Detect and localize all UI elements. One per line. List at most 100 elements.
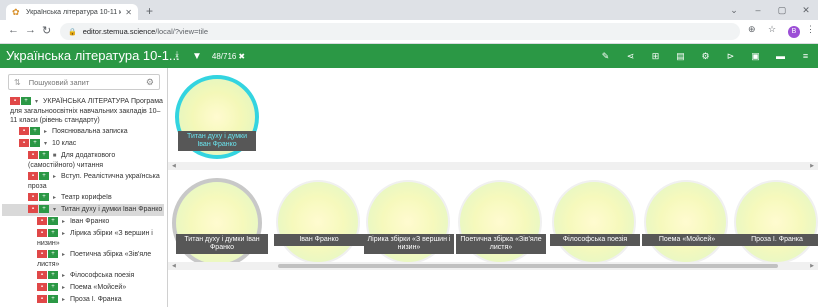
forward-arrow-icon[interactable]: → [25,24,36,36]
delete-node-icon[interactable]: ▪ [37,229,47,238]
expand-toggle-icon[interactable]: ■ [50,152,59,161]
add-node-icon[interactable]: + [21,97,31,106]
edit-icon[interactable]: ✎ [593,51,618,62]
expand-toggle-icon[interactable]: ▾ [32,98,41,107]
hamburger-menu-icon[interactable]: ≡ [793,51,818,61]
tree-node[interactable]: ▪ + ▾ Титан духу і думки Іван Франко [2,204,164,216]
child-node-tile[interactable] [172,178,262,268]
share-icon[interactable]: ⋖ [618,51,643,62]
child-node-tile[interactable] [552,180,636,264]
add-node-icon[interactable]: + [48,229,58,238]
scrollbar-thumb[interactable] [278,264,778,268]
add-node-icon[interactable]: + [48,283,58,292]
tree-node[interactable]: ▪ + ▸ Іван Франко [2,216,164,228]
tab-close-icon[interactable]: ✕ [125,8,132,17]
tab-title: Українська література 10-11 кл [26,8,122,16]
clear-filter-icon[interactable]: ✖ [238,52,245,61]
url-path: /local/?view=tile [155,27,208,36]
tree-node[interactable]: ▪ + ▸ Філософська поезія [2,270,164,282]
expand-toggle-icon[interactable]: ▸ [41,128,50,137]
add-node-icon[interactable]: + [48,295,58,304]
expand-toggle-icon[interactable]: ▸ [50,173,59,182]
search-settings-icon[interactable]: ⚙ [146,77,154,88]
delete-node-icon[interactable]: ▪ [37,250,47,259]
bookmark-star-icon[interactable]: ☆ [768,24,776,35]
scroll-right-arrow-icon[interactable]: ▶ [810,162,814,170]
minimize-button[interactable]: – [746,0,770,20]
expand-toggle-icon[interactable]: ▸ [59,218,68,227]
scroll-right-arrow-icon[interactable]: ▶ [810,262,814,270]
grid-view-icon[interactable]: ⊞ [643,51,668,62]
delete-node-icon[interactable]: ▪ [28,172,38,181]
site-favicon-icon: ✿ [12,6,20,17]
tree-node[interactable]: ▪ + ▸ Пояснювальна записка [2,126,164,138]
address-bar[interactable]: 🔒 editor.stemua.science/local/?view=tile [60,23,740,40]
delete-node-icon[interactable]: ▪ [37,217,47,226]
tree-node[interactable]: ▪ + ▸ Театр корифеїв [2,192,164,204]
card-icon[interactable]: ▬ [768,51,793,61]
close-window-button[interactable]: ✕ [794,0,818,20]
add-node-icon[interactable]: + [48,250,58,259]
list-view-icon[interactable]: ▤ [668,51,693,62]
expand-toggle-icon[interactable]: ▸ [59,296,68,305]
child-node-tile[interactable] [644,180,728,264]
tree-node[interactable]: ▪ + ▾ УКРАЇНСЬКА ЛІТЕРАТУРА Програма для з… [2,96,164,126]
browser-tab[interactable]: ✿ Українська література 10-11 кл ✕ [6,4,138,20]
tab-search-icon[interactable]: ⌄ [722,0,746,20]
save-icon[interactable]: ▣ [743,51,768,62]
tree-node[interactable]: ▪ + ▸ Вступ. Реалістична українська проза [2,171,164,192]
delete-node-icon[interactable]: ▪ [37,283,47,292]
back-arrow-icon[interactable]: ← [8,24,19,36]
tree-node[interactable]: ▪ + ▸ Поетична збірка «Зів'яле листя» [2,249,164,270]
profile-avatar[interactable]: B [788,26,800,38]
upper-horizontal-scrollbar[interactable]: ◀ ▶ [168,162,818,170]
sidebar: ⇅ ⚙ ▪+▾ УКРАЇНСЬКА ЛІТЕРАТУРА Програма д… [0,68,168,307]
add-node-icon[interactable]: + [39,205,49,214]
settings-icon[interactable]: ⚙ [693,51,718,62]
url-text: editor.stemua.science/local/?view=tile [83,27,208,36]
delete-node-icon[interactable]: ▪ [19,139,29,148]
install-app-icon[interactable]: ⊕ [748,24,756,35]
lower-horizontal-scrollbar[interactable]: ◀ ▶ [168,262,818,270]
delete-node-icon[interactable]: ▪ [37,295,47,304]
expand-toggle-icon[interactable]: ▸ [59,272,68,281]
expand-toggle-icon[interactable]: ▸ [59,284,68,293]
browser-menu-icon[interactable]: ⋮ [806,24,815,35]
search-input[interactable] [28,77,146,87]
new-tab-button[interactable]: + [146,4,153,18]
expand-toggle-icon[interactable]: ▾ [50,206,59,215]
tree-node[interactable]: ▪ + ▾ 10 клас [2,138,164,150]
sort-icon[interactable]: ⇅ [14,78,21,87]
child-node-tile[interactable] [734,180,818,264]
expand-toggle-icon[interactable]: ▸ [50,194,59,203]
add-node-icon[interactable]: + [39,193,49,202]
add-node-icon[interactable]: + [30,127,40,136]
expand-toggle-icon[interactable]: ▸ [59,251,68,260]
add-node-icon[interactable]: + [48,217,58,226]
delete-node-icon[interactable]: ▪ [37,271,47,280]
delete-node-icon[interactable]: ▪ [19,127,29,136]
maximize-button[interactable]: ▢ [770,0,794,20]
reload-icon[interactable]: ↻ [42,24,51,37]
child-node-tile[interactable] [276,180,360,264]
tree-node[interactable]: ▪ + ▸ Проза І. Франка [2,294,164,306]
filter-icon[interactable]: ▼ [192,51,202,62]
add-node-icon[interactable]: + [39,151,49,160]
expand-toggle-icon[interactable]: ▸ [59,230,68,239]
hierarchy-icon[interactable]: ᚼ [174,51,180,62]
delete-node-icon[interactable]: ▪ [10,97,20,106]
tree-node[interactable]: ▪ + ▸ Лірика збірки «З вершин і низин» [2,228,164,249]
tree-node[interactable]: ▪ + ■ Для додаткового (самостійного) читан… [2,150,164,171]
expand-toggle-icon[interactable]: ▾ [41,140,50,149]
folder-open-icon[interactable]: ⊳ [718,51,743,62]
delete-node-icon[interactable]: ▪ [28,205,38,214]
child-node-label: Іван Франко [274,234,364,246]
add-node-icon[interactable]: + [39,172,49,181]
add-node-icon[interactable]: + [48,271,58,280]
scroll-left-arrow-icon[interactable]: ◀ [172,262,176,270]
add-node-icon[interactable]: + [30,139,40,148]
delete-node-icon[interactable]: ▪ [28,151,38,160]
tree-node[interactable]: ▪ + ▸ Поема «Мойсей» [2,282,164,294]
delete-node-icon[interactable]: ▪ [28,193,38,202]
scroll-left-arrow-icon[interactable]: ◀ [172,162,176,170]
